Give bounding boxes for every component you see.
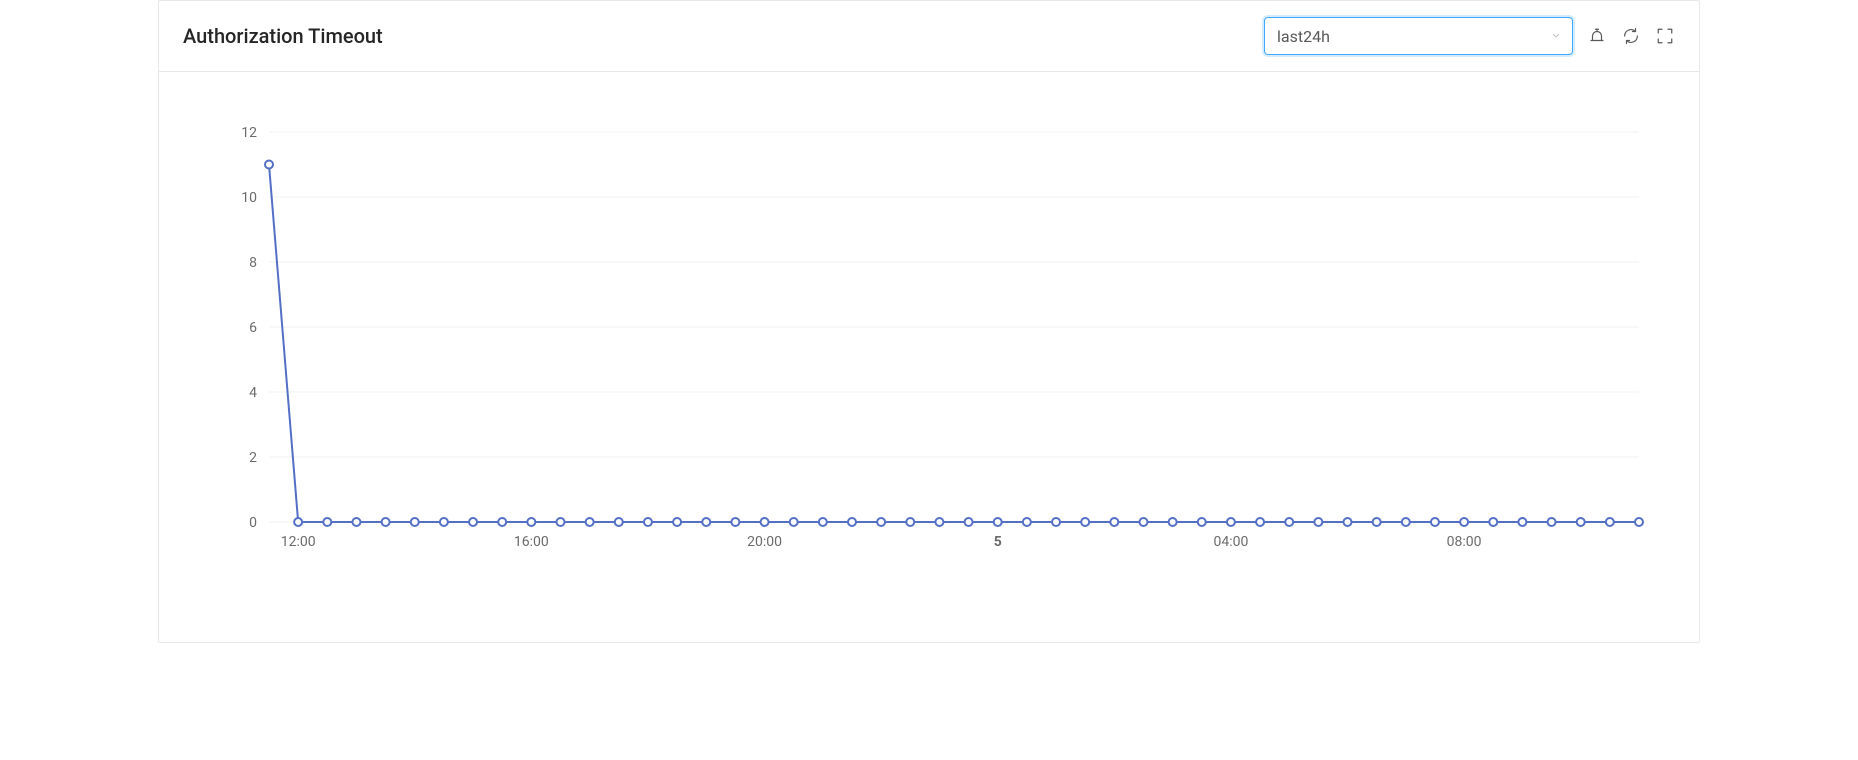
time-range-value: last24h bbox=[1277, 27, 1330, 46]
svg-text:5: 5 bbox=[994, 534, 1002, 550]
chart-area: 0 2 4 6 8 10 12 12:00 16:00 20:00 5 04:00 08:00 bbox=[159, 72, 1699, 642]
bell-icon[interactable] bbox=[1587, 26, 1607, 46]
fullscreen-icon[interactable] bbox=[1655, 26, 1675, 46]
page-title: Authorization Timeout bbox=[183, 24, 383, 48]
svg-text:8: 8 bbox=[249, 255, 257, 271]
svg-text:12: 12 bbox=[241, 125, 257, 141]
svg-text:12:00: 12:00 bbox=[281, 534, 316, 550]
line-chart[interactable]: 0 2 4 6 8 10 12 12:00 16:00 20:00 5 04:00 08:00 bbox=[199, 122, 1659, 562]
svg-text:6: 6 bbox=[249, 320, 257, 336]
svg-text:16:00: 16:00 bbox=[514, 534, 549, 550]
header-controls: last24h bbox=[1264, 17, 1675, 55]
svg-text:4: 4 bbox=[249, 385, 257, 401]
chart-card: Authorization Timeout last24h bbox=[158, 0, 1700, 643]
card-header: Authorization Timeout last24h bbox=[159, 1, 1699, 72]
svg-text:08:00: 08:00 bbox=[1447, 534, 1482, 550]
svg-text:2: 2 bbox=[249, 450, 257, 466]
chevron-down-icon bbox=[1550, 27, 1562, 46]
time-range-select[interactable]: last24h bbox=[1264, 17, 1573, 55]
svg-text:20:00: 20:00 bbox=[747, 534, 782, 550]
refresh-icon[interactable] bbox=[1621, 26, 1641, 46]
svg-text:10: 10 bbox=[241, 190, 257, 206]
svg-text:04:00: 04:00 bbox=[1213, 534, 1248, 550]
svg-text:0: 0 bbox=[249, 515, 257, 531]
